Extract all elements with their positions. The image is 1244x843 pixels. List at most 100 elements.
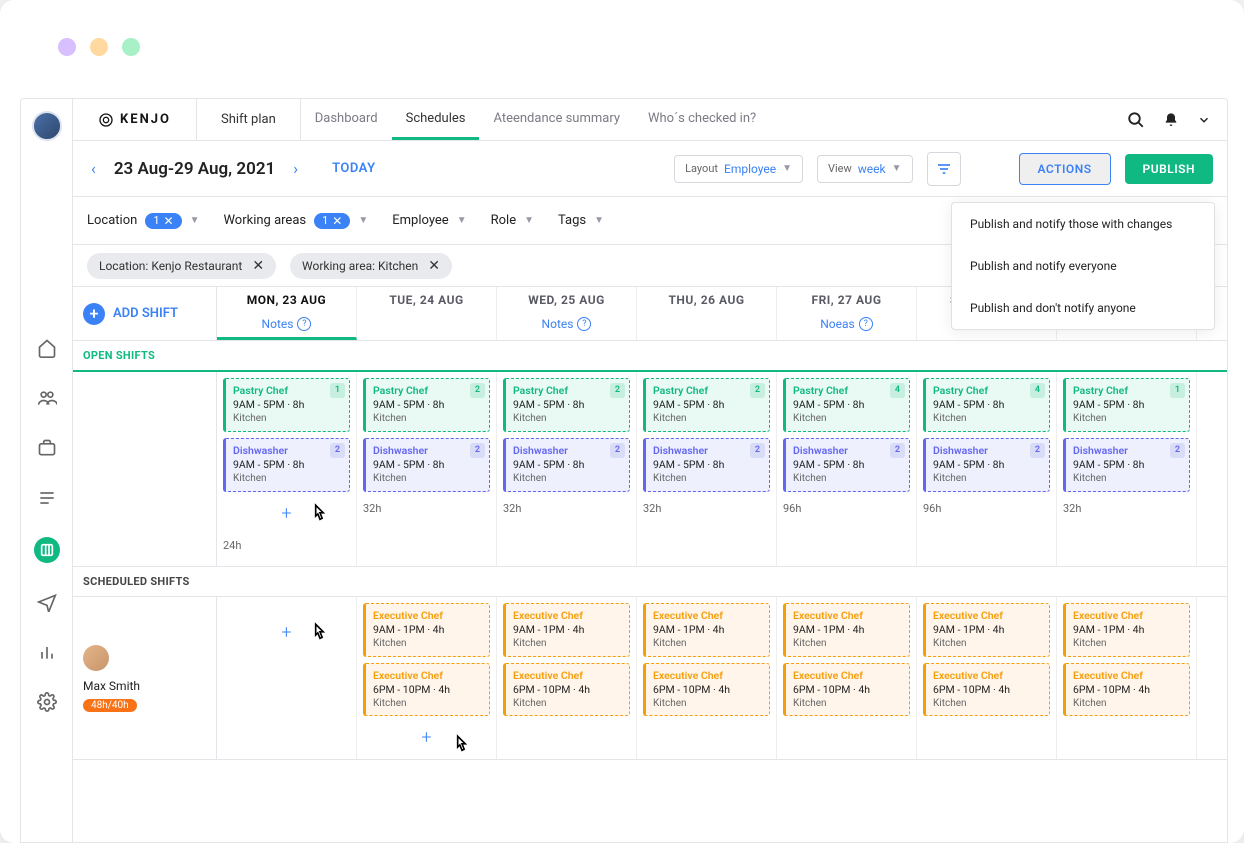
next-week-button[interactable]: ›: [289, 159, 302, 178]
search-icon[interactable]: [1127, 111, 1145, 129]
left-sidebar: [21, 99, 73, 842]
filter-toggle-button[interactable]: [927, 152, 961, 186]
plane-icon[interactable]: [36, 591, 58, 613]
clear-icon[interactable]: ✕: [164, 214, 174, 228]
close-icon[interactable]: ✕: [428, 258, 440, 274]
view-select[interactable]: View week ▼: [817, 155, 913, 183]
shift-card-executive[interactable]: Executive Chef6PM - 10PM · 4hKitchen: [643, 663, 770, 717]
shift-role: Pastry Chef: [653, 384, 762, 398]
day-column: Pastry Chef9AM - 5PM · 8hKitchen1 Dishwas…: [217, 372, 357, 566]
chevron-down-icon[interactable]: [1197, 113, 1211, 127]
shift-card-dishwasher[interactable]: Dishwasher9AM - 5PM · 8hKitchen2: [1063, 438, 1190, 492]
shift-card-executive[interactable]: Executive Chef6PM - 10PM · 4hKitchen: [503, 663, 630, 717]
filter-location[interactable]: Location 1✕ ▼: [87, 213, 199, 229]
shift-time: 9AM - 5PM · 8h: [933, 458, 1042, 472]
shift-role: Pastry Chef: [373, 384, 482, 398]
publish-button[interactable]: PUBLISH: [1125, 154, 1213, 184]
shift-card-executive[interactable]: Executive Chef6PM - 10PM · 4hKitchen: [923, 663, 1050, 717]
publish-option-changes[interactable]: Publish and notify those with changes: [952, 203, 1214, 245]
schedule-icon[interactable]: [34, 537, 60, 563]
user-avatar[interactable]: [32, 111, 62, 141]
add-shift-cell-button[interactable]: +: [223, 617, 350, 648]
filter-tags[interactable]: Tags ▼: [558, 213, 604, 228]
employee-row: Max Smith 48h/40h +Executive Chef9AM - 1…: [73, 597, 1227, 761]
caret-down-icon: ▼: [190, 215, 200, 226]
tab-bar: Dashboard Schedules Ateendance summary W…: [301, 99, 770, 140]
list-icon[interactable]: [36, 487, 58, 509]
shift-card-executive[interactable]: Executive Chef9AM - 1PM · 4hKitchen: [503, 603, 630, 657]
home-icon[interactable]: [36, 337, 58, 359]
chart-icon[interactable]: [36, 641, 58, 663]
notes-link[interactable]: Noeas?: [783, 317, 910, 331]
filter-role[interactable]: Role ▼: [491, 213, 534, 228]
prev-week-button[interactable]: ‹: [87, 159, 100, 178]
shift-location: Kitchen: [933, 412, 1042, 426]
bell-icon[interactable]: [1163, 112, 1179, 128]
shift-card-pastry[interactable]: Pastry Chef9AM - 5PM · 8hKitchen1: [1063, 378, 1190, 432]
day-header[interactable]: THU, 26 AUG: [637, 287, 777, 340]
employee-avatar[interactable]: [83, 645, 109, 671]
shift-card-executive[interactable]: Executive Chef9AM - 1PM · 4hKitchen: [643, 603, 770, 657]
brand-logo[interactable]: KENJO: [73, 99, 197, 140]
notes-link[interactable]: Notes?: [503, 317, 630, 331]
shift-card-dishwasher[interactable]: Dishwasher9AM - 5PM · 8hKitchen2: [363, 438, 490, 492]
shift-card-executive[interactable]: Executive Chef6PM - 10PM · 4hKitchen: [1063, 663, 1190, 717]
shift-card-executive[interactable]: Executive Chef9AM - 1PM · 4hKitchen: [783, 603, 910, 657]
shift-card-executive[interactable]: Executive Chef9AM - 1PM · 4hKitchen: [923, 603, 1050, 657]
tab-dashboard[interactable]: Dashboard: [301, 99, 392, 140]
shift-count-badge: 4: [1030, 383, 1045, 398]
shift-location: Kitchen: [373, 697, 482, 711]
shift-card-executive[interactable]: Executive Chef6PM - 10PM · 4hKitchen: [363, 663, 490, 717]
publish-option-none[interactable]: Publish and don't notify anyone: [952, 287, 1214, 329]
filter-working-areas[interactable]: Working areas 1✕ ▼: [223, 213, 368, 229]
add-shift-button[interactable]: + ADD SHIFT: [83, 303, 206, 325]
tab-checked-in[interactable]: Who´s checked in?: [634, 99, 770, 140]
clear-icon[interactable]: ✕: [332, 214, 342, 228]
shift-card-pastry[interactable]: Pastry Chef9AM - 5PM · 8hKitchen1: [223, 378, 350, 432]
tab-schedules[interactable]: Schedules: [392, 99, 480, 140]
filter-count-pill[interactable]: 1✕: [145, 213, 181, 229]
shift-card-dishwasher[interactable]: Dishwasher9AM - 5PM · 8hKitchen2: [223, 438, 350, 492]
shift-card-executive[interactable]: Executive Chef9AM - 1PM · 4hKitchen: [363, 603, 490, 657]
shift-card-dishwasher[interactable]: Dishwasher9AM - 5PM · 8hKitchen2: [783, 438, 910, 492]
filter-count-pill[interactable]: 1✕: [314, 213, 350, 229]
shift-time: 9AM - 1PM · 4h: [1073, 623, 1182, 637]
actions-button[interactable]: ACTIONS: [1019, 153, 1111, 185]
shift-card-pastry[interactable]: Pastry Chef9AM - 5PM · 8hKitchen4: [783, 378, 910, 432]
shift-card-pastry[interactable]: Pastry Chef9AM - 5PM · 8hKitchen2: [363, 378, 490, 432]
filter-label: Location: [87, 213, 137, 228]
shift-role: Dishwasher: [793, 444, 902, 458]
shift-card-pastry[interactable]: Pastry Chef9AM - 5PM · 8hKitchen2: [643, 378, 770, 432]
shift-card-dishwasher[interactable]: Dishwasher9AM - 5PM · 8hKitchen2: [503, 438, 630, 492]
date-range: 23 Aug-29 Aug, 2021: [114, 159, 275, 179]
day-header[interactable]: TUE, 24 AUG: [357, 287, 497, 340]
shift-card-dishwasher[interactable]: Dishwasher9AM - 5PM · 8hKitchen2: [923, 438, 1050, 492]
shift-card-executive[interactable]: Executive Chef9AM - 1PM · 4hKitchen: [1063, 603, 1190, 657]
day-header[interactable]: FRI, 27 AUG Noeas?: [777, 287, 917, 340]
today-button[interactable]: TODAY: [332, 161, 376, 176]
add-shift-cell-button[interactable]: +: [363, 722, 490, 753]
shift-role: Dishwasher: [653, 444, 762, 458]
shift-time: 9AM - 5PM · 8h: [233, 398, 342, 412]
day-header[interactable]: WED, 25 AUG Notes?: [497, 287, 637, 340]
filter-label: Role: [491, 213, 516, 228]
layout-select[interactable]: Layout Employee ▼: [674, 155, 803, 183]
settings-icon[interactable]: [36, 691, 58, 713]
people-icon[interactable]: [36, 387, 58, 409]
shift-location: Kitchen: [653, 472, 762, 486]
close-icon[interactable]: ✕: [252, 258, 264, 274]
day-header[interactable]: MON, 23 AUG Notes?: [217, 287, 357, 340]
publish-option-everyone[interactable]: Publish and notify everyone: [952, 245, 1214, 287]
briefcase-icon[interactable]: [36, 437, 58, 459]
publish-dropdown: Publish and notify those with changes Pu…: [951, 202, 1215, 330]
shift-card-executive[interactable]: Executive Chef6PM - 10PM · 4hKitchen: [783, 663, 910, 717]
tab-attendance[interactable]: Ateendance summary: [479, 99, 634, 140]
add-shift-cell-button[interactable]: +: [223, 498, 350, 529]
filter-employee[interactable]: Employee ▼: [392, 213, 466, 228]
filter-label: Employee: [392, 213, 448, 228]
shift-time: 9AM - 5PM · 8h: [653, 398, 762, 412]
shift-card-dishwasher[interactable]: Dishwasher9AM - 5PM · 8hKitchen2: [643, 438, 770, 492]
shift-card-pastry[interactable]: Pastry Chef9AM - 5PM · 8hKitchen4: [923, 378, 1050, 432]
notes-link[interactable]: Notes?: [223, 317, 350, 331]
shift-card-pastry[interactable]: Pastry Chef9AM - 5PM · 8hKitchen2: [503, 378, 630, 432]
